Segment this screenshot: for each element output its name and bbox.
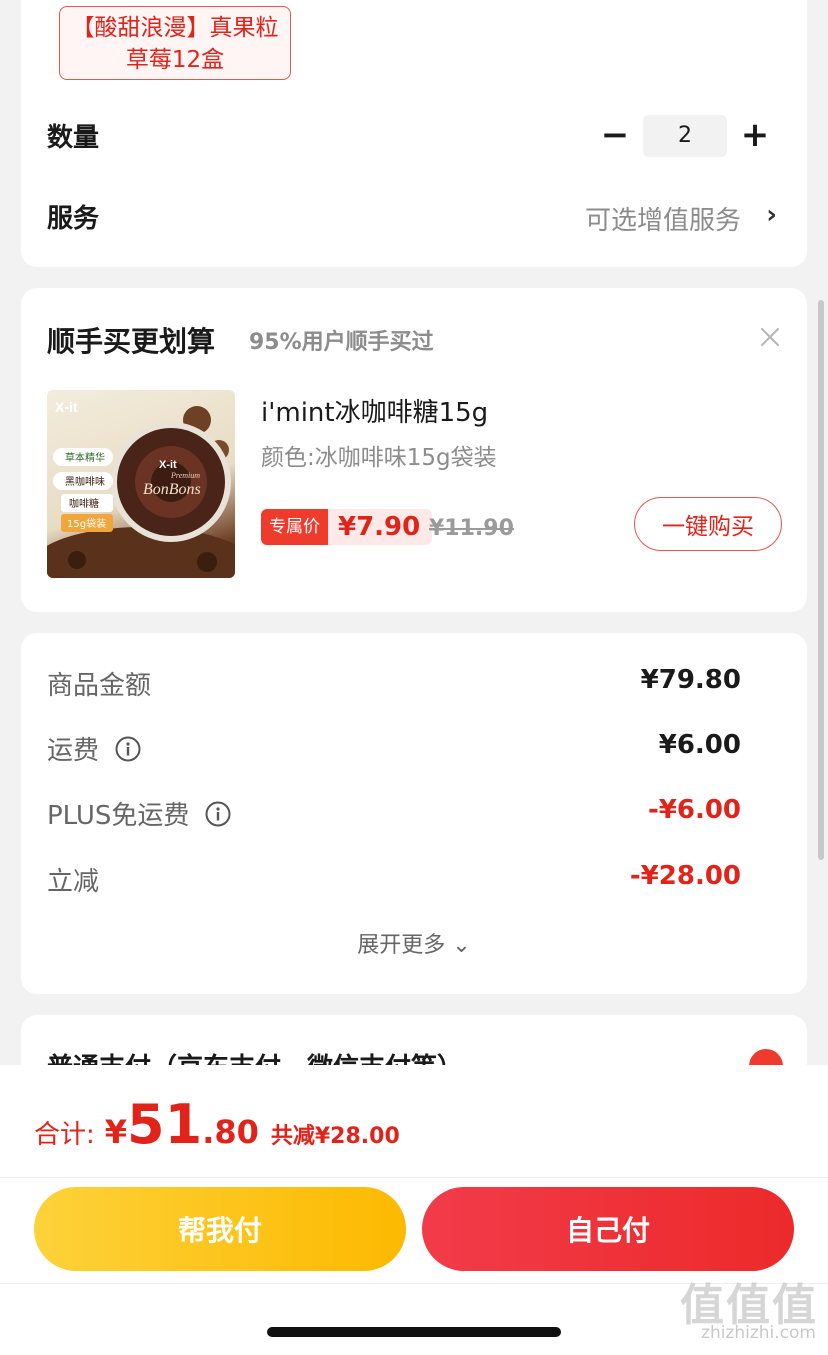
help-me-pay-button[interactable]: 帮我付 (34, 1187, 406, 1271)
summary-value: -¥6.00 (647, 795, 741, 825)
divider (0, 1177, 828, 1178)
summary-value: -¥28.00 (629, 861, 741, 891)
tin-bonbons-text: BonBons (143, 481, 201, 498)
summary-value: ¥79.80 (640, 665, 741, 695)
watermark-site: zhizhizhi.com (701, 1323, 816, 1343)
product-image[interactable]: X-it 草本精华 黑咖啡味 咖啡糖 15g袋装 X-it Premium Bo… (47, 390, 235, 578)
badge2-text: 黑咖啡味 (65, 476, 105, 488)
scrollbar[interactable] (818, 300, 824, 860)
summary-label: 立减 (47, 867, 100, 897)
total-saved: 共减¥28.00 (270, 1124, 400, 1149)
total-currency: ¥ (104, 1113, 128, 1151)
service-value[interactable]: 可选增值服务 (585, 200, 741, 237)
total-label: 合计: (34, 1120, 95, 1150)
addon-subtitle: 95%用户顺手买过 (249, 330, 434, 355)
close-icon[interactable] (759, 326, 781, 348)
tin-brand-text: X-it (159, 459, 177, 471)
summary-value: ¥6.00 (658, 730, 741, 760)
original-price: ¥11.90 (429, 516, 514, 541)
info-icon[interactable] (115, 736, 141, 762)
quantity-label: 数量 (47, 123, 100, 153)
summary-label: 商品金额 (47, 671, 152, 701)
price-tag-label: 专属价 (261, 509, 328, 545)
summary-row-discount: 立减 -¥28.00 (47, 861, 741, 897)
product-name[interactable]: i'mint冰咖啡糖15g (261, 392, 488, 429)
selected-variant-chip[interactable]: 【酸甜浪漫】真果粒 草莓12盒 (59, 6, 291, 80)
addon-title: 顺手买更划算 (47, 325, 216, 358)
quantity-increase-button[interactable]: + (737, 115, 773, 155)
summary-row-shipping: 运费 ¥6.00 (47, 730, 741, 766)
exclusive-price: ¥7.90 (338, 512, 421, 542)
badge3-text: 咖啡糖 (69, 497, 99, 510)
summary-row-plus-free-shipping: PLUS免运费 -¥6.00 (47, 795, 741, 831)
one-click-buy-button[interactable]: 一键购买 (634, 497, 782, 551)
variant-line1: 【酸甜浪漫】真果粒 (71, 15, 279, 41)
brand-text: X-it (55, 399, 78, 415)
service-label: 服务 (47, 204, 100, 234)
product-spec: 颜色:冰咖啡味15g袋装 (261, 445, 497, 471)
summary-label: PLUS免运费 (47, 795, 231, 832)
tin-premium-text: Premium (170, 471, 200, 480)
checkout-bar: 合计: ¥ 51 .80 共减¥28.00 帮我付 自己付 值值值 zhizhi… (0, 1065, 828, 1355)
total-amount-decimal: .80 (202, 1113, 259, 1151)
summary-row-subtotal: 商品金额 ¥79.80 (47, 665, 741, 701)
home-indicator[interactable] (267, 1327, 561, 1337)
quantity-decrease-button[interactable]: − (597, 115, 633, 155)
exclusive-price-tag: 专属价 ¥7.90 (261, 509, 433, 545)
spec-card: 【酸甜浪漫】真果粒 草莓12盒 数量 − 2 + 服务 可选增值服务 › (21, 0, 807, 267)
pay-myself-button[interactable]: 自己付 (422, 1187, 794, 1271)
badge1-text: 草本精华 (65, 451, 105, 464)
addon-recommendation-card: 顺手买更划算 95%用户顺手买过 X-it 草本精华 黑咖啡味 咖啡糖 15g袋… (21, 288, 807, 612)
info-icon[interactable] (205, 801, 231, 827)
badge4-text: 15g袋装 (67, 517, 106, 530)
price-summary-card: 商品金额 ¥79.80 运费 ¥6.00 PLUS免运费 -¥6.00 立减 -… (21, 633, 807, 994)
total-amount-integer: 51 (127, 1093, 203, 1156)
chevron-right-icon[interactable]: › (766, 200, 777, 230)
expand-more-button[interactable]: 展开更多 ⌄ (21, 927, 807, 959)
quantity-input[interactable]: 2 (643, 115, 727, 157)
summary-label: 运费 (47, 730, 141, 767)
variant-line2: 草莓12盒 (125, 47, 225, 73)
order-total: 合计: ¥ 51 .80 共减¥28.00 (34, 1093, 400, 1156)
